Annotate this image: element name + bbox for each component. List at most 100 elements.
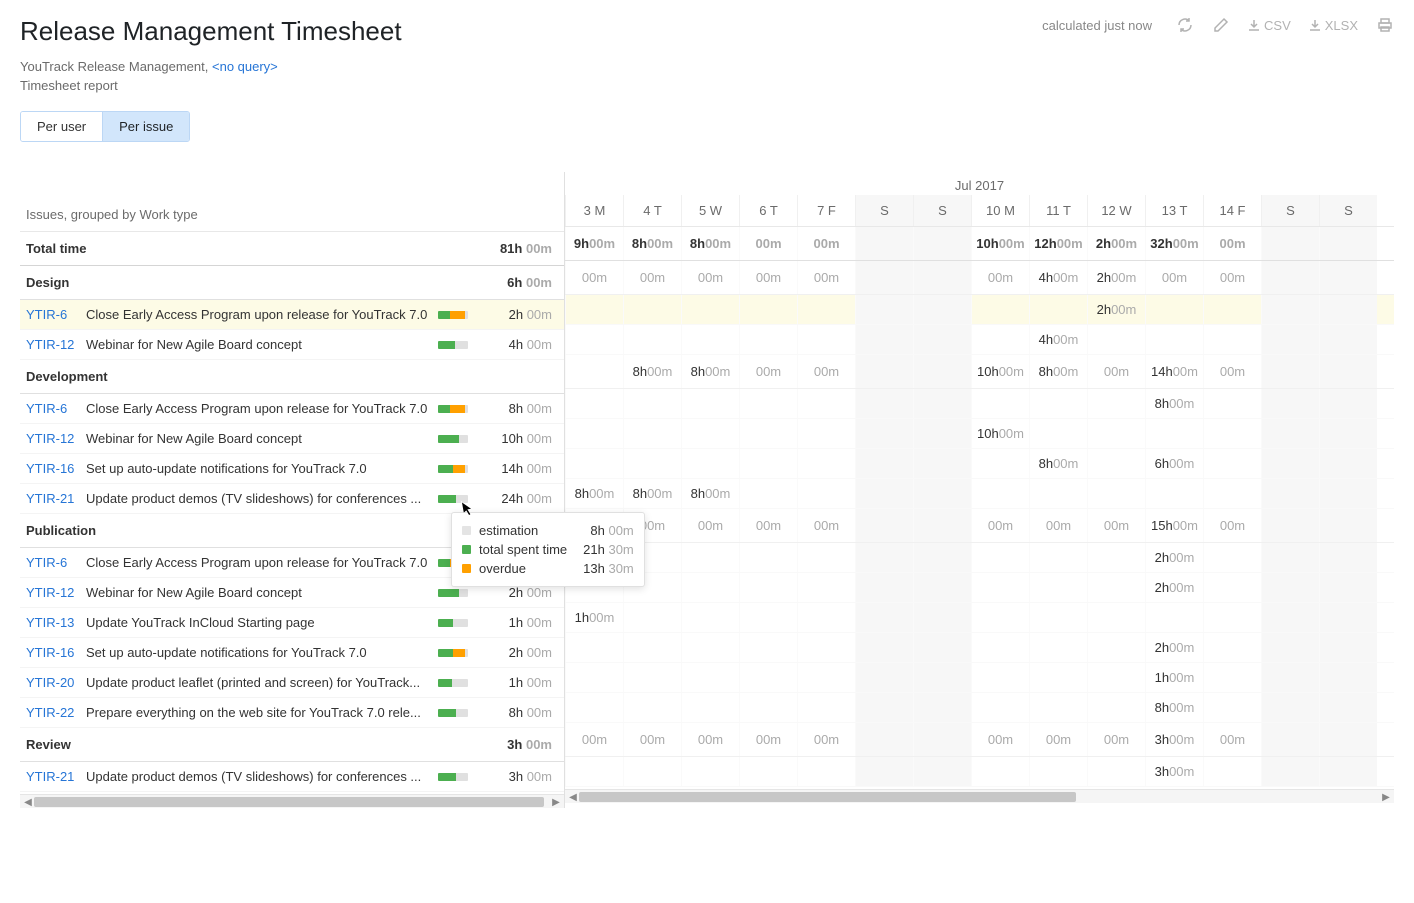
query-link[interactable]: <no query> <box>212 59 278 74</box>
issue-key[interactable]: YTIR-12 <box>26 585 86 600</box>
progress-bar[interactable] <box>438 405 468 413</box>
data-cell: 00m <box>565 723 623 756</box>
issue-key[interactable]: YTIR-6 <box>26 555 86 570</box>
data-cell <box>1261 261 1319 294</box>
download-csv-label: CSV <box>1264 18 1291 33</box>
data-cell <box>855 389 913 418</box>
section-row: Design 6h 00m <box>20 266 564 300</box>
issue-key[interactable]: YTIR-6 <box>26 307 86 322</box>
data-cell <box>1087 603 1145 632</box>
data-cell <box>1087 693 1145 722</box>
download-csv-button[interactable]: CSV <box>1248 18 1291 33</box>
data-cell <box>1203 325 1261 354</box>
issue-row[interactable]: YTIR-20 Update product leaflet (printed … <box>20 668 564 698</box>
progress-bar[interactable] <box>438 773 468 781</box>
issue-key[interactable]: YTIR-21 <box>26 769 86 784</box>
progress-bar[interactable] <box>438 311 468 319</box>
data-cell <box>797 325 855 354</box>
issue-row[interactable]: YTIR-6 Close Early Access Program upon r… <box>20 300 564 330</box>
data-cell <box>913 543 971 572</box>
progress-bar[interactable] <box>438 465 468 473</box>
group-header-label: Issues, grouped by Work type <box>26 207 558 222</box>
issue-row[interactable]: YTIR-16 Set up auto-update notifications… <box>20 638 564 668</box>
issue-key[interactable]: YTIR-12 <box>26 431 86 446</box>
issue-title: Update product demos (TV slideshows) for… <box>86 769 438 784</box>
progress-bar[interactable] <box>438 649 468 657</box>
progress-bar[interactable] <box>438 341 468 349</box>
tab-per-user[interactable]: Per user <box>21 112 102 141</box>
issue-key[interactable]: YTIR-21 <box>26 491 86 506</box>
report-type: Timesheet report <box>20 78 402 93</box>
data-cell <box>1261 325 1319 354</box>
data-cell: 00m <box>739 355 797 388</box>
data-cell: 00m <box>797 509 855 542</box>
data-cell <box>971 479 1029 508</box>
view-tabs: Per user Per issue <box>20 111 190 142</box>
data-cell <box>565 419 623 448</box>
data-cell <box>739 543 797 572</box>
data-cell <box>797 633 855 662</box>
data-cell <box>855 479 913 508</box>
data-cell <box>1319 449 1377 478</box>
day-header: 10 M <box>971 195 1029 226</box>
left-scrollbar[interactable]: ◀ ▶ <box>20 794 564 808</box>
issue-key[interactable]: YTIR-6 <box>26 401 86 416</box>
day-header: 13 T <box>1145 195 1203 226</box>
day-header: S <box>1261 195 1319 226</box>
issue-key[interactable]: YTIR-20 <box>26 675 86 690</box>
data-cell <box>1203 449 1261 478</box>
progress-bar[interactable] <box>438 435 468 443</box>
issue-key[interactable]: YTIR-16 <box>26 645 86 660</box>
data-cell: 00m <box>565 261 623 294</box>
issue-row[interactable]: YTIR-22 Prepare everything on the web si… <box>20 698 564 728</box>
issue-row[interactable]: YTIR-13 Update YouTrack InCloud Starting… <box>20 608 564 638</box>
data-cell <box>739 757 797 786</box>
data-cell <box>1261 543 1319 572</box>
progress-bar[interactable] <box>438 709 468 717</box>
data-row: 2h 00m <box>565 543 1394 573</box>
data-cell <box>797 603 855 632</box>
download-xlsx-button[interactable]: XLSX <box>1309 18 1358 33</box>
tab-per-issue[interactable]: Per issue <box>102 112 189 141</box>
tooltip-row: overdue 13h 30m <box>462 559 634 578</box>
issue-row[interactable]: YTIR-12 Webinar for New Agile Board conc… <box>20 424 564 454</box>
data-cell: 8h 00m <box>623 355 681 388</box>
data-cell <box>1319 723 1377 756</box>
issue-row[interactable]: YTIR-16 Set up auto-update notifications… <box>20 454 564 484</box>
data-cell <box>855 723 913 756</box>
progress-tooltip: estimation 8h 00m total spent time 21h 3… <box>451 512 645 587</box>
data-row: 8h 00m8h 00m00m00m10h 00m8h 00m00m14h 00… <box>565 355 1394 389</box>
right-scrollbar[interactable]: ◀ ▶ <box>565 789 1394 803</box>
tooltip-label: total spent time <box>479 542 567 557</box>
calc-status: calculated just now <box>1042 18 1152 33</box>
issue-key[interactable]: YTIR-22 <box>26 705 86 720</box>
issue-key[interactable]: YTIR-12 <box>26 337 86 352</box>
issue-row[interactable]: YTIR-21 Update product demos (TV slidesh… <box>20 484 564 514</box>
data-cell: 8h 00m <box>623 227 681 260</box>
progress-bar[interactable] <box>438 495 468 503</box>
data-cell <box>1029 295 1087 324</box>
progress-bar[interactable] <box>438 679 468 687</box>
data-cell <box>971 693 1029 722</box>
data-cell <box>681 603 739 632</box>
progress-bar[interactable] <box>438 589 468 597</box>
data-cell <box>1145 603 1203 632</box>
print-icon[interactable] <box>1376 16 1394 34</box>
data-row: 00m00m00m00m00m00m4h 00m2h 00m00m00m <box>565 261 1394 295</box>
issue-row[interactable]: YTIR-21 Update product demos (TV slidesh… <box>20 762 564 792</box>
issue-key[interactable]: YTIR-16 <box>26 461 86 476</box>
data-cell <box>681 419 739 448</box>
data-cell <box>1261 419 1319 448</box>
progress-bar[interactable] <box>438 619 468 627</box>
data-cell <box>681 663 739 692</box>
issue-row[interactable]: YTIR-12 Webinar for New Agile Board conc… <box>20 330 564 360</box>
refresh-icon[interactable] <box>1176 16 1194 34</box>
edit-icon[interactable] <box>1212 16 1230 34</box>
data-cell <box>1261 603 1319 632</box>
data-cell <box>913 573 971 602</box>
data-cell: 00m <box>971 723 1029 756</box>
issue-key[interactable]: YTIR-13 <box>26 615 86 630</box>
issue-row[interactable]: YTIR-6 Close Early Access Program upon r… <box>20 394 564 424</box>
data-cell <box>565 693 623 722</box>
data-cell <box>855 325 913 354</box>
